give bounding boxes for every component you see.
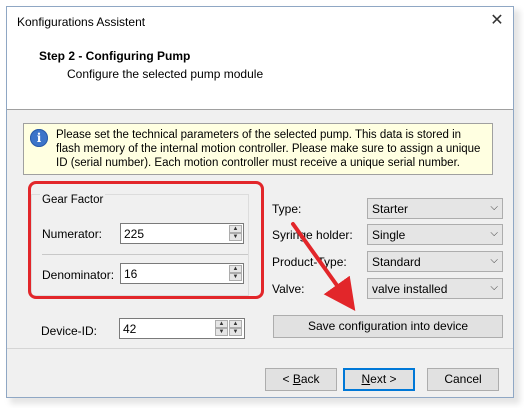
back-prefix: < [282, 372, 293, 386]
chevron-down-icon: ⌵ [490, 255, 498, 266]
back-rest: ack [300, 372, 320, 386]
gear-factor-divider [42, 254, 248, 255]
close-button[interactable]: ✕ [485, 10, 509, 32]
spin-up-icon: ▲ [232, 321, 239, 327]
valve-select[interactable]: valve installed ⌵ [367, 278, 503, 299]
wizard-window: Konfigurations Assistent ✕ Step 2 - Conf… [6, 6, 514, 398]
close-icon: ✕ [490, 12, 504, 29]
numerator-value: 225 [124, 227, 145, 241]
cancel-button[interactable]: Cancel [427, 368, 499, 391]
title-bar[interactable]: Konfigurations Assistent ✕ [7, 7, 513, 37]
valve-value: valve installed [372, 282, 448, 296]
next-rest: ext > [370, 372, 397, 386]
denominator-label: Denominator: [42, 268, 115, 282]
valve-label: Valve: [272, 282, 305, 296]
spin-down-icon: ▼ [232, 329, 239, 335]
type-select[interactable]: Starter ⌵ [367, 198, 503, 219]
back-mnemonic: B [292, 372, 301, 386]
spin-down-icon: ▼ [232, 274, 239, 280]
device-id-up-button-2[interactable]: ▲ [229, 320, 242, 328]
back-button[interactable]: < Back [265, 368, 337, 391]
window-title: Konfigurations Assistent [17, 15, 146, 29]
save-configuration-button[interactable]: Save configuration into device [273, 315, 503, 338]
next-mnemonic: N [361, 372, 371, 386]
syringe-holder-label: Syringe holder: [272, 228, 353, 242]
device-id-down-button-2[interactable]: ▼ [229, 328, 242, 336]
gear-factor-group: Gear Factor Numerator: 225 ▲ ▼ Denominat… [31, 194, 249, 296]
numerator-label: Numerator: [42, 227, 103, 241]
syringe-holder-value: Single [372, 228, 406, 242]
spin-up-icon: ▲ [218, 321, 225, 327]
denominator-spinbox[interactable]: 16 ▲ ▼ [120, 263, 244, 284]
denominator-down-button[interactable]: ▼ [229, 273, 242, 281]
numerator-up-button[interactable]: ▲ [229, 225, 242, 233]
info-box: i Please set the technical parameters of… [23, 123, 493, 175]
next-button[interactable]: Next > [343, 368, 415, 391]
wizard-header: Step 2 - Configuring Pump Configure the … [7, 37, 513, 109]
numerator-spinbox[interactable]: 225 ▲ ▼ [120, 223, 244, 244]
step-title: Step 2 - Configuring Pump [39, 49, 191, 63]
device-id-down-button[interactable]: ▼ [215, 328, 228, 336]
device-id-up-button[interactable]: ▲ [215, 320, 228, 328]
product-type-label: Product-Type: [272, 255, 347, 269]
denominator-value: 16 [124, 267, 138, 281]
syringe-holder-select[interactable]: Single ⌵ [367, 224, 503, 245]
product-type-value: Standard [372, 255, 421, 269]
chevron-down-icon: ⌵ [490, 202, 498, 213]
step-subtitle: Configure the selected pump module [67, 67, 264, 81]
spin-up-icon: ▲ [232, 226, 239, 232]
device-id-spinbox[interactable]: 42 ▲ ▼ ▲ ▼ [119, 318, 245, 339]
spin-down-icon: ▼ [218, 329, 225, 335]
numerator-down-button[interactable]: ▼ [229, 233, 242, 241]
chevron-down-icon: ⌵ [490, 228, 498, 239]
spin-up-icon: ▲ [232, 266, 239, 272]
device-id-label: Device-ID: [41, 324, 98, 338]
denominator-up-button[interactable]: ▲ [229, 265, 242, 273]
wizard-body: i Please set the technical parameters of… [7, 110, 513, 348]
info-icon: i [30, 129, 48, 147]
type-label: Type: [272, 202, 302, 216]
product-type-select[interactable]: Standard ⌵ [367, 251, 503, 272]
info-text: Please set the technical parameters of t… [56, 129, 481, 169]
spin-down-icon: ▼ [232, 234, 239, 240]
wizard-footer: < Back Next > Cancel [7, 349, 513, 397]
gear-factor-legend: Gear Factor [40, 194, 106, 206]
device-id-value: 42 [123, 322, 137, 336]
type-value: Starter [372, 202, 409, 216]
chevron-down-icon: ⌵ [490, 282, 498, 293]
